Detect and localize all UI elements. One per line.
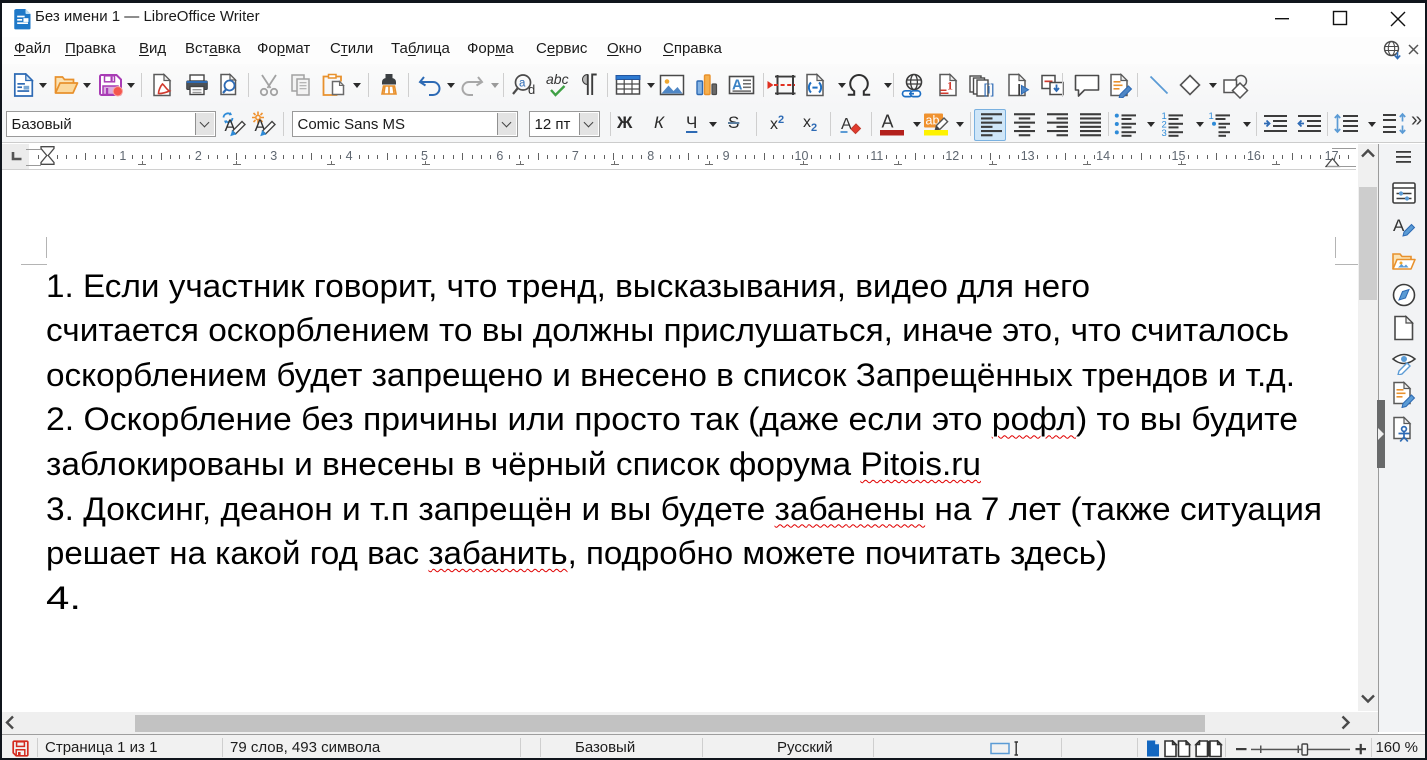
svg-text:1: 1 [1209,111,1214,122]
svg-text:[i]: [i] [984,81,995,97]
svg-text:abc: abc [546,73,569,87]
svg-text:3: 3 [1162,128,1167,137]
svg-text:1: 1 [947,79,953,93]
svg-text:A: A [841,116,852,133]
svg-text:A: A [1393,216,1405,235]
svg-text:A: A [882,112,894,132]
svg-text:d: d [528,82,535,97]
svg-text:a: a [519,78,526,90]
